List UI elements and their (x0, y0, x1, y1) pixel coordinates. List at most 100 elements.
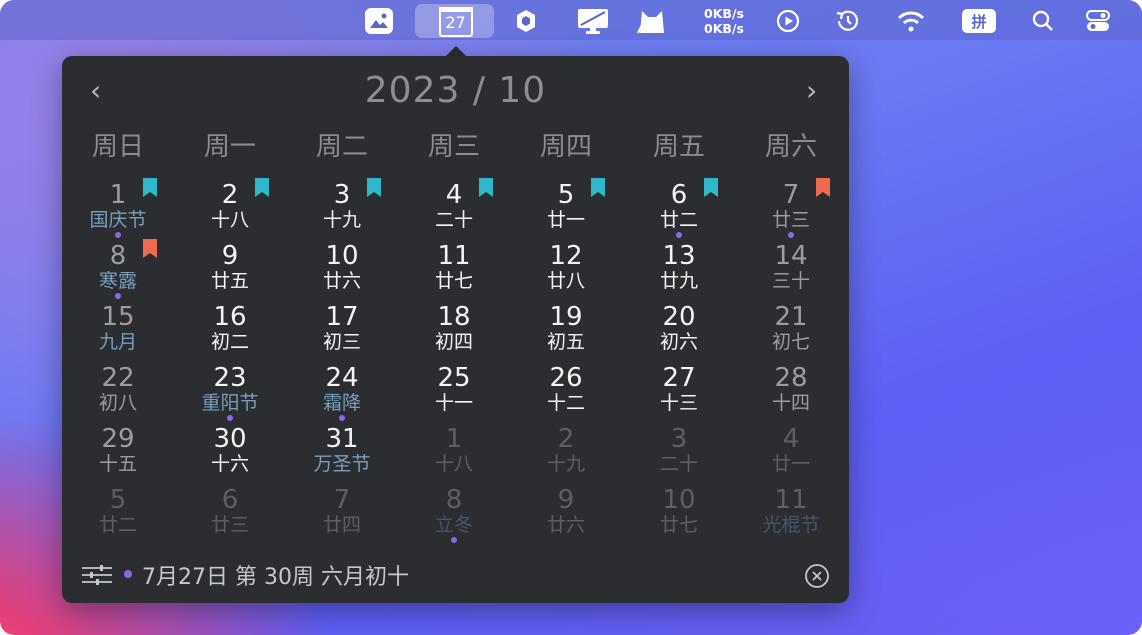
search-icon[interactable] (1029, 4, 1057, 38)
desktop: 27 0KB/s 0KB/s 拼 ‹ 2023 / 10 › 周日 周一 周二 … (0, 0, 1142, 635)
day-cell[interactable]: 2 十九 (510, 422, 622, 482)
day-cell[interactable]: 9 廿六 (510, 483, 622, 543)
day-cell[interactable]: 20 初六 (623, 300, 735, 360)
day-cell[interactable]: 8 立冬 (398, 483, 510, 543)
lunar-label: 初四 (434, 331, 473, 353)
day-cell[interactable]: 7 廿三 (735, 178, 847, 238)
display-icon[interactable] (575, 4, 611, 38)
history-icon[interactable] (833, 4, 861, 38)
settings-sliders-icon[interactable] (80, 564, 114, 590)
lunar-label: 十三 (659, 392, 698, 414)
close-icon[interactable] (804, 563, 830, 593)
lunar-label: 廿二 (659, 209, 698, 231)
day-cell[interactable]: 6 廿三 (174, 483, 286, 543)
day-number: 26 (549, 363, 583, 393)
hexagon-icon[interactable] (512, 4, 540, 38)
holiday-flag-icon (143, 178, 157, 197)
day-cell[interactable]: 14 三十 (735, 239, 847, 299)
holiday-flag-icon (591, 178, 605, 197)
pinyin-icon[interactable]: 拼 (961, 4, 997, 38)
day-cell[interactable]: 10 廿六 (286, 239, 398, 299)
day-cell[interactable]: 18 初四 (398, 300, 510, 360)
wifi-icon[interactable] (894, 4, 928, 38)
day-cell[interactable]: 11 光棍节 (735, 483, 847, 543)
day-cell[interactable]: 6 廿二 (623, 178, 735, 238)
day-cell[interactable]: 2 十八 (174, 178, 286, 238)
day-number: 28 (774, 363, 808, 393)
day-cell[interactable]: 3 二十 (623, 422, 735, 482)
day-cell[interactable]: 9 廿五 (174, 239, 286, 299)
weekday-label: 周四 (539, 132, 592, 162)
cat-icon[interactable] (634, 4, 670, 38)
day-cell[interactable]: 19 初五 (510, 300, 622, 360)
weekday-label: 周五 (652, 132, 705, 162)
lunar-label: 霜降 (322, 392, 361, 414)
day-number: 25 (437, 363, 471, 393)
calendar-menu-button[interactable]: 27 (415, 4, 494, 38)
lunar-label: 廿三 (210, 514, 249, 536)
day-number: 2 (221, 180, 239, 210)
day-cell[interactable]: 28 十四 (735, 361, 847, 421)
day-cell[interactable]: 31 万圣节 (286, 422, 398, 482)
upload-speed: 0KB/s (704, 6, 744, 21)
day-number: 9 (557, 485, 575, 515)
day-cell[interactable]: 25 十一 (398, 361, 510, 421)
day-cell[interactable]: 13 廿九 (623, 239, 735, 299)
event-dot (788, 232, 794, 238)
day-cell[interactable]: 26 十二 (510, 361, 622, 421)
photo-icon[interactable] (362, 4, 396, 38)
lunar-label: 初二 (210, 331, 249, 353)
day-number: 1 (109, 180, 127, 210)
day-number: 2 (557, 424, 575, 454)
day-cell[interactable]: 4 廿一 (735, 422, 847, 482)
event-dot (115, 232, 121, 238)
day-number: 24 (325, 363, 359, 393)
day-cell[interactable]: 17 初三 (286, 300, 398, 360)
calendar-icon: 27 (438, 7, 473, 37)
day-number: 19 (549, 302, 583, 332)
day-number: 16 (213, 302, 247, 332)
day-cell[interactable]: 10 廿七 (623, 483, 735, 543)
next-month-button[interactable]: › (806, 74, 817, 107)
lunar-label: 十五 (98, 453, 137, 475)
day-cell[interactable]: 1 十八 (398, 422, 510, 482)
control-center-icon[interactable] (1083, 4, 1113, 38)
day-cell[interactable]: 3 十九 (286, 178, 398, 238)
day-cell[interactable]: 5 廿二 (62, 483, 174, 543)
day-cell[interactable]: 21 初七 (735, 300, 847, 360)
weekday-label: 周日 (91, 132, 144, 162)
day-cell[interactable]: 24 霜降 (286, 361, 398, 421)
weekday-label: 周一 (203, 132, 256, 162)
day-cell[interactable]: 16 初二 (174, 300, 286, 360)
day-cell[interactable]: 30 十六 (174, 422, 286, 482)
event-dot (676, 232, 682, 238)
day-cell[interactable]: 7 廿四 (286, 483, 398, 543)
calendar-popover: ‹ 2023 / 10 › 周日 周一 周二 周三 周四 周五 周六 1 国庆节 2… (62, 56, 849, 603)
day-cell[interactable]: 27 十三 (623, 361, 735, 421)
lunar-label: 廿二 (98, 514, 137, 536)
day-cell[interactable]: 22 初八 (62, 361, 174, 421)
day-cell[interactable]: 29 十五 (62, 422, 174, 482)
day-number: 8 (109, 241, 127, 271)
play-icon[interactable] (774, 4, 802, 38)
event-dot (227, 415, 233, 421)
day-cell[interactable]: 4 二十 (398, 178, 510, 238)
day-cell[interactable]: 15 九月 (62, 300, 174, 360)
event-dot (115, 293, 121, 299)
day-number: 13 (662, 241, 696, 271)
network-speed[interactable]: 0KB/s 0KB/s (698, 4, 750, 38)
holiday-flag-icon (367, 178, 381, 197)
day-cell[interactable]: 12 廿八 (510, 239, 622, 299)
day-number: 27 (662, 363, 696, 393)
day-cell[interactable]: 23 重阳节 (174, 361, 286, 421)
day-cell[interactable]: 5 廿一 (510, 178, 622, 238)
day-cell[interactable]: 1 国庆节 (62, 178, 174, 238)
day-cell[interactable]: 11 廿七 (398, 239, 510, 299)
lunar-label: 廿九 (659, 270, 698, 292)
day-number: 31 (325, 424, 359, 454)
lunar-label: 初八 (98, 392, 137, 414)
day-number: 10 (662, 485, 696, 515)
event-dot (339, 415, 345, 421)
day-cell[interactable]: 8 寒露 (62, 239, 174, 299)
footer-bar: 7月27日 第 30周 六月初十 (62, 556, 849, 596)
